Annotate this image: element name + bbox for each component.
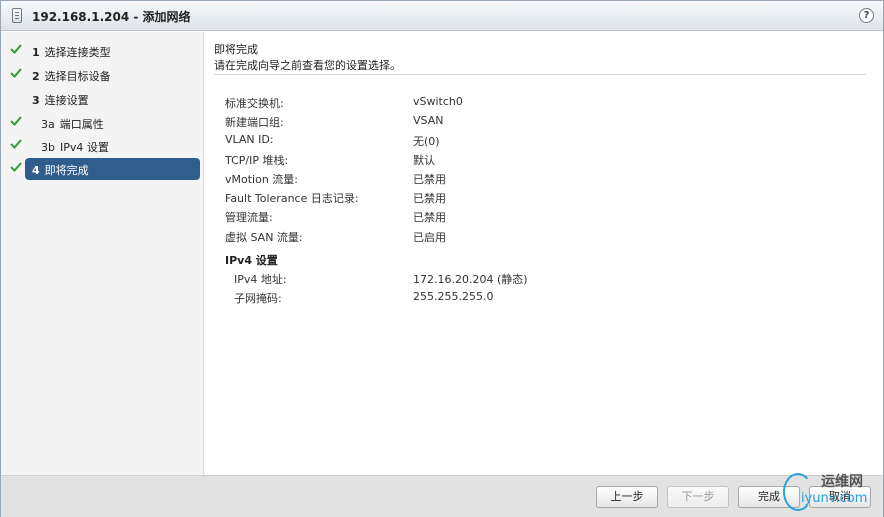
row-key: VLAN ID: [225,133,274,146]
summary-row: 管理流量: 已禁用 [225,209,825,225]
check-icon [10,67,22,79]
check-icon [10,138,22,150]
check-icon [10,161,22,173]
row-key: TCP/IP 堆栈: [225,154,289,167]
back-button[interactable]: 上一步 [596,486,658,508]
row-value: vSwitch0 [413,95,463,108]
divider [214,74,866,75]
step-2[interactable]: 2 选择目标设备 [1,64,204,86]
summary-row: Fault Tolerance 日志记录: 已禁用 [225,190,825,206]
dialog-footer: 上一步 下一步 完成 取消 [1,475,883,517]
row-value: 255.255.255.0 [413,290,494,303]
step-number: 3b [41,141,55,154]
dialog-title: 192.168.1.204 - 添加网络 [32,10,191,24]
row-value: 默认 [413,154,435,167]
row-value: VSAN [413,114,444,127]
next-button[interactable]: 下一步 [667,486,729,508]
row-key: Fault Tolerance 日志记录: [225,192,359,205]
step-number: 3a [41,118,55,131]
summary-row: VLAN ID: 无(0) [225,133,825,149]
summary-row: 新建端口组: VSAN [225,114,825,130]
row-key: IPv4 地址: [234,273,287,286]
row-key: 管理流量: [225,211,273,224]
step-label: 即将完成 [44,164,89,177]
row-key: 虚拟 SAN 流量: [225,231,303,244]
step-3a[interactable]: 3a 端口属性 [1,112,204,134]
summary-row: vMotion 流量: 已禁用 [225,171,825,187]
row-value: 已禁用 [413,173,446,186]
title-bar: 192.168.1.204 - 添加网络 ? [1,1,883,31]
row-value: 172.16.20.204 (静态) [413,273,528,286]
server-icon [12,8,22,23]
step-4[interactable]: 4 即将完成 [1,158,204,180]
summary-row: 标准交换机: vSwitch0 [225,95,825,111]
ipv4-section-heading: IPv4 设置 [225,254,278,267]
row-value: 已启用 [413,231,446,244]
step-label: 连接设置 [44,94,89,107]
wizard-steps: 1 选择连接类型 2 选择目标设备 3 连接设置 3a 端口属性 3b IPv4 设置 4… [1,32,204,475]
step-3b[interactable]: 3b IPv4 设置 [1,135,204,157]
step-label: IPv4 设置 [59,141,109,154]
row-key: 标准交换机: [225,97,284,110]
summary-row: 虚拟 SAN 流量: 已启用 [225,229,825,245]
step-number: 1 [32,46,40,59]
row-value: 已禁用 [413,211,446,224]
step-label: 选择连接类型 [44,46,111,59]
summary-panel: 即将完成 请在完成向导之前查看您的设置选择。 标准交换机: vSwitch0 新建… [205,32,883,475]
row-value: 已禁用 [413,192,446,205]
watermark-logo: 运维网 iyunv.com [777,471,877,515]
row-key: 子网掩码: [234,292,282,305]
step-label: 端口属性 [59,118,104,131]
watermark-text-en: iyunv.com [801,491,868,506]
row-value: 无(0) [413,135,440,148]
row-key: 新建端口组: [225,116,284,129]
step-1[interactable]: 1 选择连接类型 [1,40,204,62]
watermark-text-cn: 运维网 [821,474,863,490]
row-key: vMotion 流量: [225,173,299,186]
summary-row: 子网掩码: 255.255.255.0 [225,290,825,306]
step-number: 2 [32,70,40,83]
check-icon [10,115,22,127]
step-number: 4 [32,164,40,177]
summary-row: TCP/IP 堆栈: 默认 [225,152,825,168]
step-3[interactable]: 3 连接设置 [1,88,204,110]
help-icon[interactable]: ? [859,8,874,23]
step-label: 选择目标设备 [44,70,111,83]
check-icon [10,43,22,55]
step-number: 3 [32,94,40,107]
add-network-dialog: 192.168.1.204 - 添加网络 ? 1 选择连接类型 2 选择目标设备 3… [0,0,884,517]
summary-row: IPv4 地址: 172.16.20.204 (静态) [225,271,825,287]
page-subtitle: 请在完成向导之前查看您的设置选择。 [214,59,401,72]
page-title: 即将完成 [214,43,258,56]
